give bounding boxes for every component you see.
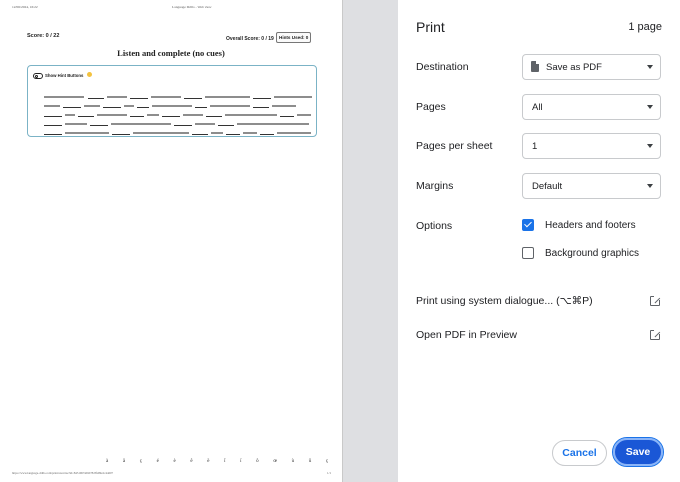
page-header-date: 12/06/2024, 16:22 (12, 5, 38, 9)
page-count: 1 page (628, 21, 662, 33)
text-line (44, 93, 312, 102)
pages-per-sheet-label: Pages per sheet (416, 140, 493, 152)
hints-used-box: Hints Used: 0 (276, 32, 312, 43)
destination-label: Destination (416, 61, 469, 73)
headers-footers-label[interactable]: Headers and footers (545, 220, 636, 231)
preview-page: 12/06/2024, 16:22 Language Drills - Web … (0, 0, 343, 482)
destination-select[interactable]: Save as PDF (522, 54, 661, 80)
pages-per-sheet-value: 1 (532, 141, 538, 152)
chevron-down-icon (647, 144, 653, 148)
exercise-text (44, 93, 312, 138)
document-icon (531, 61, 539, 72)
overall-score-text: Overall Score: 0 / 19 (226, 36, 274, 42)
cancel-button[interactable]: Cancel (552, 440, 607, 466)
exercise-heading: Listen and complete (no cues) (117, 48, 225, 58)
print-settings-panel: Print 1 page Destination Save as PDF Pag… (398, 0, 680, 482)
margins-select[interactable]: Default (522, 173, 661, 199)
page-header-title: Language Drills - Web view (172, 5, 212, 9)
text-line (44, 129, 312, 138)
text-line (44, 111, 312, 120)
margins-label: Margins (416, 180, 454, 192)
pages-value: All (532, 102, 543, 113)
page-footer-url: https://www.language-drills.com/print/ex… (12, 471, 113, 475)
options-label: Options (416, 220, 453, 232)
destination-value: Save as PDF (546, 62, 602, 73)
checkbox-checked-icon[interactable] (522, 219, 534, 231)
margins-value: Default (532, 181, 563, 192)
open-pdf-link[interactable]: Open PDF in Preview (416, 329, 517, 341)
text-line (44, 102, 312, 111)
chevron-down-icon (647, 65, 653, 69)
checkbox-icon[interactable] (522, 247, 534, 259)
toggle-icon (33, 73, 43, 79)
text-line (44, 120, 312, 129)
external-link-icon[interactable] (650, 294, 660, 306)
print-preview-area: 12/06/2024, 16:22 Language Drills - Web … (0, 0, 398, 482)
exercise-card: Show Hint Buttons (27, 65, 317, 137)
emoji-icon (87, 72, 92, 77)
show-hint-buttons-label: Show Hint Buttons (45, 73, 84, 78)
chevron-down-icon (647, 184, 653, 188)
pages-select[interactable]: All (522, 94, 661, 120)
system-dialogue-link[interactable]: Print using system dialogue... (⌥⌘P) (416, 295, 593, 307)
save-button[interactable]: Save (612, 437, 664, 467)
panel-title: Print (416, 19, 445, 35)
chevron-down-icon (647, 105, 653, 109)
pages-label: Pages (416, 101, 446, 113)
page-footer-number: 1/1 (327, 471, 332, 475)
pages-per-sheet-select[interactable]: 1 (522, 133, 661, 159)
score-text: Score: 0 / 22 (27, 33, 60, 39)
background-graphics-label[interactable]: Background graphics (545, 248, 639, 259)
accent-characters: à â ç é è ê ë î ï ô œ ù û ç (106, 459, 335, 464)
external-link-icon[interactable] (650, 328, 660, 340)
